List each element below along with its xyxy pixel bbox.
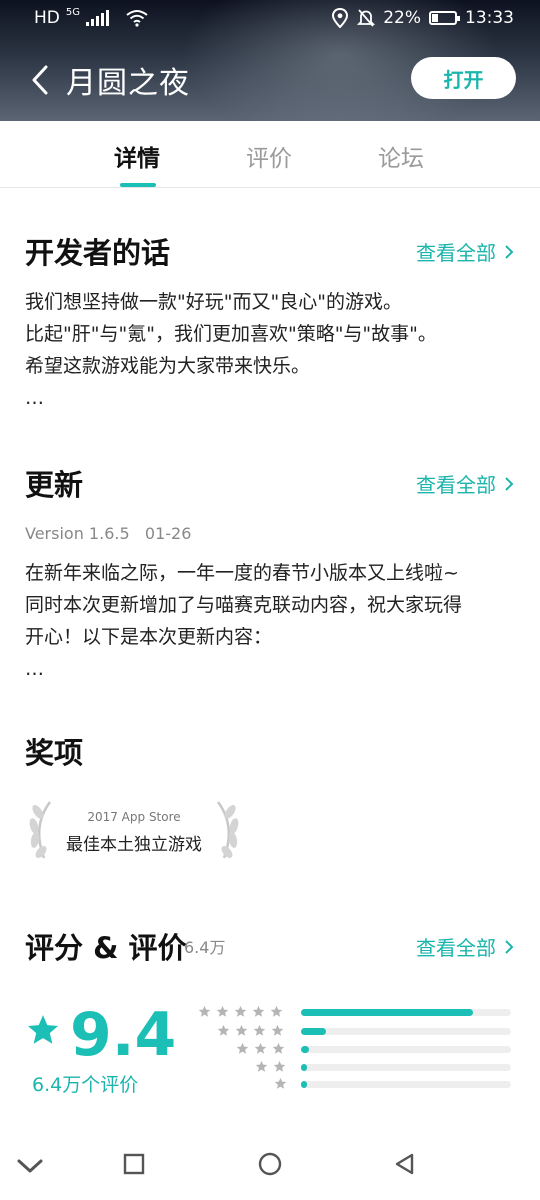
mute-bell-icon <box>357 9 376 27</box>
award-name: 最佳本土独立游戏 <box>66 835 202 855</box>
wifi-icon <box>126 10 148 27</box>
home-circle-icon[interactable] <box>257 1151 283 1177</box>
ratings-more-link[interactable]: 查看全部 <box>416 932 514 961</box>
rating-bar-fill <box>301 1064 307 1071</box>
star-icon <box>270 1005 283 1017</box>
awards-section-title: 奖项 <box>25 736 84 770</box>
developer-text: 我们想坚持做一款"好玩"而又"良心"的游戏。 比起"肝"与"氪"，我们更加喜欢"… <box>25 291 437 409</box>
chevron-right-icon <box>505 244 514 259</box>
star-icon <box>236 1042 249 1054</box>
chevron-down-icon[interactable] <box>16 1157 44 1175</box>
rating-score: 9.4 <box>70 1000 177 1070</box>
rating-total-count: 6.4万个评价 <box>32 1074 139 1096</box>
star-icon <box>255 1060 268 1072</box>
tab-bar: 详情 评价 论坛 <box>0 121 540 188</box>
rating-row-1-star <box>190 1077 520 1091</box>
rating-bar-track <box>301 1028 511 1035</box>
system-nav-bar <box>0 1135 540 1200</box>
more-label: 查看全部 <box>416 241 496 265</box>
location-icon <box>332 8 349 28</box>
rating-row-3-star <box>190 1042 520 1056</box>
star-icon <box>234 1005 247 1017</box>
rating-bar-fill <box>301 1009 473 1016</box>
clock: 13:33 <box>465 8 514 28</box>
award-year: 2017 App Store <box>87 810 181 824</box>
version-info: Version 1.6.5 01-26 <box>25 524 192 543</box>
star-icon <box>273 1060 286 1072</box>
more-label: 查看全部 <box>416 473 496 497</box>
rating-row-2-star <box>190 1060 520 1074</box>
rating-bar-fill <box>301 1028 326 1035</box>
signal-icon <box>86 10 109 26</box>
star-icon <box>254 1042 267 1054</box>
back-button[interactable] <box>30 60 60 100</box>
battery-percent: 22% <box>383 8 421 28</box>
developer-more-link[interactable]: 查看全部 <box>416 237 514 266</box>
ratings-section-title: 评分 & 评价 <box>25 931 187 965</box>
tab-reviews[interactable]: 评价 <box>246 139 292 173</box>
rating-bar-fill <box>301 1081 307 1088</box>
tab-forum[interactable]: 论坛 <box>378 139 424 173</box>
back-triangle-icon[interactable] <box>393 1152 417 1176</box>
star-icon <box>274 1077 287 1089</box>
star-icon <box>198 1005 211 1017</box>
chevron-right-icon <box>505 939 514 954</box>
star-icon <box>216 1005 229 1017</box>
more-label: 查看全部 <box>416 936 496 960</box>
network-label: 5G <box>65 6 80 18</box>
update-text: 在新年来临之际，一年一度的春节小版本又上线啦~ 同时本次更新增加了与喵赛克联动内… <box>25 562 463 680</box>
chevron-right-icon <box>505 476 514 491</box>
rating-row-5-star <box>190 1005 520 1019</box>
star-icon <box>272 1042 285 1054</box>
rating-bar-track <box>301 1064 511 1071</box>
star-icon <box>253 1024 266 1036</box>
rating-bar-track <box>301 1046 511 1053</box>
award-badge: 2017 App Store 最佳本土独立游戏 <box>26 798 242 862</box>
carrier-label: HD <box>34 8 60 28</box>
rating-bar-fill <box>301 1046 309 1053</box>
chevron-left-icon <box>32 65 48 95</box>
rating-row-4-star <box>190 1024 520 1038</box>
rating-bar-track <box>301 1081 511 1088</box>
status-bar: HD 5G 22% 13:33 <box>0 0 540 38</box>
star-icon <box>217 1024 230 1036</box>
app-header: HD 5G 22% 13:33 月圆之夜 打开 <box>0 0 540 121</box>
star-icon <box>252 1005 265 1017</box>
developer-section-title: 开发者的话 <box>25 236 171 270</box>
open-button[interactable]: 打开 <box>411 57 516 99</box>
rating-bar-track <box>301 1009 511 1016</box>
page-title: 月圆之夜 <box>66 66 190 101</box>
star-icon <box>27 1015 59 1044</box>
battery-icon <box>429 11 460 25</box>
recents-square-icon[interactable] <box>123 1153 145 1175</box>
star-icon <box>235 1024 248 1036</box>
star-icon <box>271 1024 284 1036</box>
update-section-title: 更新 <box>25 468 84 502</box>
ratings-count-small: 6.4万 <box>184 938 226 957</box>
tab-details[interactable]: 详情 <box>114 139 160 173</box>
active-tab-indicator <box>120 183 156 187</box>
update-more-link[interactable]: 查看全部 <box>416 469 514 498</box>
